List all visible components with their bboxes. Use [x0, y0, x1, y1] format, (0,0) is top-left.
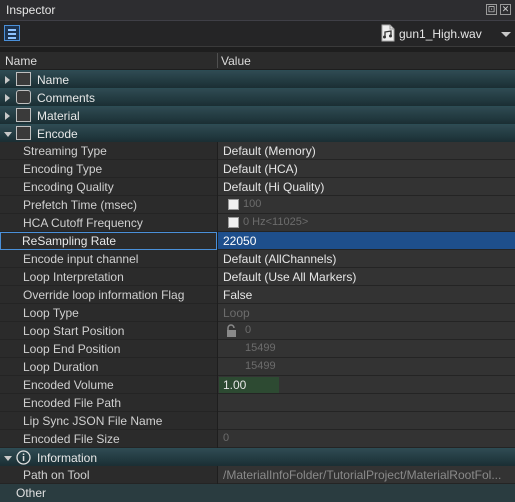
- property-path-on-tool[interactable]: Path on Tool /MaterialInfoFolder/Tutoria…: [0, 466, 515, 484]
- property-value[interactable]: Default (HCA): [223, 162, 298, 176]
- category-label: Encode: [37, 127, 78, 141]
- property-encoding-quality[interactable]: Encoding Quality Default (Hi Quality): [0, 178, 515, 196]
- property-resampling-rate[interactable]: ReSampling Rate 22050: [0, 232, 515, 250]
- file-name-selector[interactable]: gun1_High.wav: [399, 27, 482, 41]
- property-label: Path on Tool: [23, 468, 90, 482]
- property-value: 100: [243, 198, 262, 210]
- category-comments[interactable]: Comments: [0, 88, 515, 106]
- property-label: Encoding Quality: [23, 180, 114, 194]
- property-value: 0 Hz<11025>: [243, 216, 309, 228]
- property-label: Encoded File Path: [23, 396, 122, 410]
- property-label: Encode input channel: [23, 252, 139, 266]
- property-value: /MaterialInfoFolder/TutorialProject/Mate…: [223, 468, 502, 482]
- category-label: Other: [16, 486, 47, 500]
- category-encode[interactable]: Encode: [0, 124, 515, 142]
- property-value: 0: [223, 432, 230, 444]
- property-loop-interpretation[interactable]: Loop Interpretation Default (Use All Mar…: [0, 268, 515, 286]
- expand-arrow-icon[interactable]: [5, 76, 10, 84]
- chevron-down-icon[interactable]: [501, 32, 511, 37]
- property-value: 15499: [245, 342, 276, 354]
- property-label: Loop End Position: [23, 342, 121, 356]
- property-value: 0: [245, 324, 252, 336]
- list-view-button[interactable]: [4, 25, 20, 41]
- encode-icon: [16, 126, 31, 140]
- property-encoding-type[interactable]: Encoding Type Default (HCA): [0, 160, 515, 178]
- property-lip-sync[interactable]: Lip Sync JSON File Name: [0, 412, 515, 430]
- property-loop-type[interactable]: Loop Type Loop: [0, 304, 515, 322]
- property-label: Override loop information Flag: [23, 288, 185, 302]
- window-title: Inspector: [6, 3, 56, 17]
- property-label: Loop Interpretation: [23, 270, 124, 284]
- toolbar: gun1_High.wav: [0, 21, 515, 47]
- property-encoded-volume[interactable]: Encoded Volume 1.00: [0, 376, 515, 394]
- property-label: Loop Type: [23, 306, 79, 320]
- property-grid: Name Comments Material Encode Streaming …: [0, 70, 515, 502]
- close-window-button[interactable]: ✕: [500, 4, 511, 15]
- title-bar: Inspector ⊡ ✕: [0, 0, 515, 21]
- property-streaming-type[interactable]: Streaming Type Default (Memory): [0, 142, 515, 160]
- property-override-loop[interactable]: Override loop information Flag False: [0, 286, 515, 304]
- expand-arrow-icon[interactable]: [5, 94, 10, 102]
- property-loop-start[interactable]: Loop Start Position 0: [0, 322, 515, 340]
- property-label: HCA Cutoff Frequency: [23, 216, 143, 230]
- category-material[interactable]: Material: [0, 106, 515, 124]
- property-label: Encoding Type: [23, 162, 103, 176]
- expand-arrow-icon[interactable]: [5, 112, 10, 120]
- property-label: Lip Sync JSON File Name: [23, 414, 163, 428]
- prefetch-time-checkbox[interactable]: [228, 199, 239, 210]
- property-value[interactable]: Default (Memory): [223, 144, 316, 158]
- collapse-arrow-icon[interactable]: [4, 132, 12, 137]
- column-name-header[interactable]: Name: [5, 54, 37, 68]
- property-prefetch-time[interactable]: Prefetch Time (msec) 100: [0, 196, 515, 214]
- property-value[interactable]: Default (Use All Markers): [223, 270, 356, 284]
- column-header: Name Value: [0, 52, 515, 69]
- property-encoded-file-size[interactable]: Encoded File Size 0: [0, 430, 515, 448]
- property-value: 15499: [245, 360, 276, 372]
- category-label: Information: [37, 451, 98, 465]
- info-icon: [16, 450, 31, 465]
- property-label: Loop Start Position: [23, 324, 125, 338]
- property-value[interactable]: Default (AllChannels): [223, 252, 336, 266]
- category-label: Material: [37, 109, 80, 123]
- collapse-arrow-icon[interactable]: [4, 456, 12, 461]
- float-window-button[interactable]: ⊡: [486, 4, 497, 15]
- property-value[interactable]: Default (Hi Quality): [223, 180, 324, 194]
- document-audio-icon: [381, 24, 395, 42]
- property-value: Loop: [223, 306, 250, 320]
- comment-bubble-icon: [16, 90, 31, 104]
- name-tag-icon: [16, 72, 31, 86]
- material-icon: [16, 108, 31, 122]
- property-value[interactable]: False: [223, 288, 252, 302]
- property-label: Encoded Volume: [23, 378, 114, 392]
- property-encoded-file-path[interactable]: Encoded File Path: [0, 394, 515, 412]
- property-label: ReSampling Rate: [22, 234, 117, 248]
- property-label: Streaming Type: [23, 144, 107, 158]
- category-name[interactable]: Name: [0, 70, 515, 88]
- category-label: Comments: [37, 91, 96, 105]
- property-encode-input-channel[interactable]: Encode input channel Default (AllChannel…: [0, 250, 515, 268]
- property-loop-duration[interactable]: Loop Duration 15499: [0, 358, 515, 376]
- property-label: Encoded File Size: [23, 432, 120, 446]
- property-loop-end[interactable]: Loop End Position 15499: [0, 340, 515, 358]
- unlock-icon[interactable]: [225, 324, 239, 338]
- resampling-rate-input[interactable]: 22050: [223, 234, 256, 248]
- column-value-header[interactable]: Value: [221, 54, 251, 68]
- property-hca-cutoff[interactable]: HCA Cutoff Frequency 0 Hz<11025>: [0, 214, 515, 232]
- hca-cutoff-checkbox[interactable]: [228, 217, 239, 228]
- category-information[interactable]: Information: [0, 448, 515, 466]
- category-other[interactable]: Other: [0, 484, 515, 502]
- property-label: Loop Duration: [23, 360, 99, 374]
- encoded-volume-input[interactable]: 1.00: [223, 378, 246, 392]
- category-label: Name: [37, 73, 70, 87]
- property-label: Prefetch Time (msec): [23, 198, 138, 212]
